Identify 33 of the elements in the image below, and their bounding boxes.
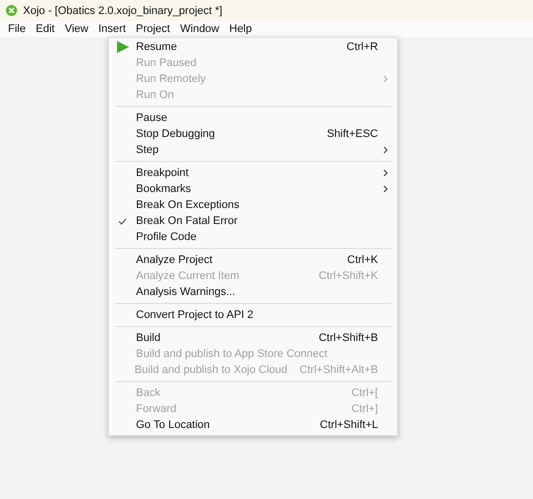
menu-item[interactable]: Break On Exceptions bbox=[136, 199, 397, 211]
menu-bar-item[interactable]: Help bbox=[224, 23, 257, 35]
menu-item[interactable]: Build bbox=[136, 332, 307, 344]
menu-item[interactable]: Break On Fatal Error bbox=[136, 215, 397, 227]
window-title: Xojo - [Obatics 2.0.xojo_binary_project *] bbox=[23, 4, 222, 16]
shortcut-label: Ctrl+Shift+K bbox=[318, 270, 378, 282]
shortcut-label: Ctrl+Shift+L bbox=[320, 419, 378, 431]
app-logo-icon bbox=[6, 5, 17, 16]
shortcut-label: Ctrl+K bbox=[347, 254, 378, 266]
menu-bar-item[interactable]: Project bbox=[130, 23, 176, 35]
menu-item[interactable]: Go To Location bbox=[136, 419, 308, 431]
shortcut-label: Ctrl+] bbox=[351, 403, 378, 415]
menu-item[interactable]: Analysis Warnings... bbox=[136, 286, 397, 298]
shortcut-label: Shift+ESC bbox=[326, 128, 378, 140]
menu-bar-item[interactable]: File bbox=[3, 23, 31, 35]
menu-item[interactable]: Pause bbox=[136, 112, 397, 124]
menu-bar-item[interactable]: Insert bbox=[93, 23, 131, 35]
menu-item[interactable]: Convert Project to API 2 bbox=[136, 309, 397, 321]
menu-item[interactable]: Analyze Project bbox=[136, 254, 336, 266]
menu-item[interactable]: Step bbox=[136, 144, 397, 156]
menu-item[interactable]: Bookmarks bbox=[136, 183, 397, 195]
menu-item[interactable]: Stop Debugging bbox=[136, 128, 315, 140]
menu-bar-item[interactable]: Edit bbox=[30, 23, 60, 35]
shortcut-label: Ctrl+[ bbox=[351, 387, 378, 399]
shortcut-label: Ctrl+Shift+B bbox=[318, 332, 378, 344]
menu-item[interactable]: Breakpoint bbox=[136, 167, 397, 179]
menu-bar-item[interactable]: View bbox=[60, 23, 94, 35]
play-icon bbox=[116, 41, 129, 53]
shortcut-label: Ctrl+R bbox=[346, 41, 378, 53]
shortcut-label: Ctrl+Shift+Alt+B bbox=[299, 364, 378, 376]
menu-item[interactable]: Resume bbox=[136, 41, 335, 53]
menu-item[interactable]: Profile Code bbox=[136, 231, 397, 243]
menu-bar-item[interactable]: Window bbox=[175, 23, 224, 35]
